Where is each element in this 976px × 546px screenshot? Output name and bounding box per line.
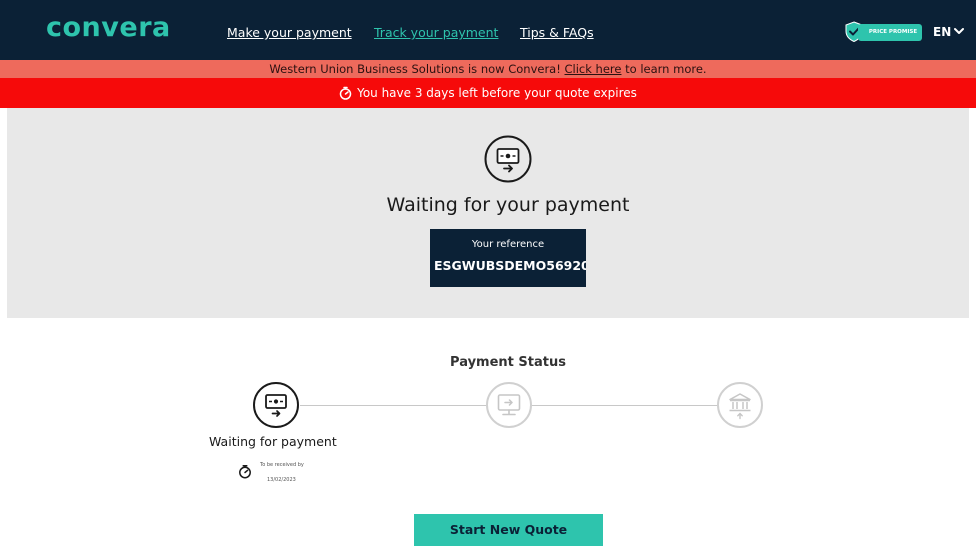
language-selector[interactable]: EN bbox=[933, 25, 951, 39]
rebrand-banner-text: Western Union Business Solutions is now … bbox=[269, 62, 565, 76]
status-step-processing bbox=[486, 382, 532, 428]
quote-expiry-text: You have 3 days left before your quote e… bbox=[357, 86, 637, 100]
price-promise-label: PRICE PROMISE bbox=[858, 24, 922, 41]
payment-card-arrow-icon bbox=[484, 135, 532, 183]
rebrand-banner-text-end: to learn more. bbox=[621, 62, 707, 76]
bank-icon bbox=[729, 393, 751, 420]
top-navigation: convera Make your payment Track your pay… bbox=[0, 0, 976, 60]
rebrand-learn-more-link[interactable]: Click here bbox=[565, 62, 622, 76]
nav-make-payment[interactable]: Make your payment bbox=[227, 25, 352, 40]
payment-card-arrow-icon bbox=[265, 394, 287, 417]
status-step-received bbox=[717, 382, 763, 428]
payment-hero: Waiting for your payment Your reference … bbox=[7, 108, 969, 318]
reference-value: ESGWUBSDEMO569207 bbox=[434, 258, 586, 273]
nav-tips-faqs[interactable]: Tips & FAQs bbox=[520, 25, 594, 40]
reference-box: Your reference ESGWUBSDEMO569207 bbox=[430, 229, 586, 287]
step-waiting-label: Waiting for payment bbox=[209, 434, 337, 449]
reference-label: Your reference bbox=[471, 239, 545, 250]
start-new-quote-button[interactable]: Start New Quote bbox=[414, 514, 603, 546]
receive-by-label: To be received by bbox=[260, 462, 304, 468]
nav-track-payment[interactable]: Track your payment bbox=[374, 25, 498, 40]
convera-logo[interactable]: convera bbox=[46, 12, 171, 43]
rebrand-banner: Western Union Business Solutions is now … bbox=[0, 60, 976, 78]
price-promise-badge[interactable]: PRICE PROMISE bbox=[844, 21, 922, 43]
status-step-waiting bbox=[253, 382, 299, 428]
hero-title: Waiting for your payment bbox=[386, 194, 630, 216]
chevron-down-icon[interactable] bbox=[954, 27, 964, 35]
stopwatch-icon bbox=[239, 465, 251, 479]
monitor-transfer-icon bbox=[497, 394, 521, 416]
receive-by-date: 13/02/2023 bbox=[267, 477, 296, 483]
payment-status-title: Payment Status bbox=[450, 355, 566, 370]
quote-expiry-banner: You have 3 days left before your quote e… bbox=[0, 78, 976, 108]
stopwatch-icon bbox=[339, 86, 352, 100]
